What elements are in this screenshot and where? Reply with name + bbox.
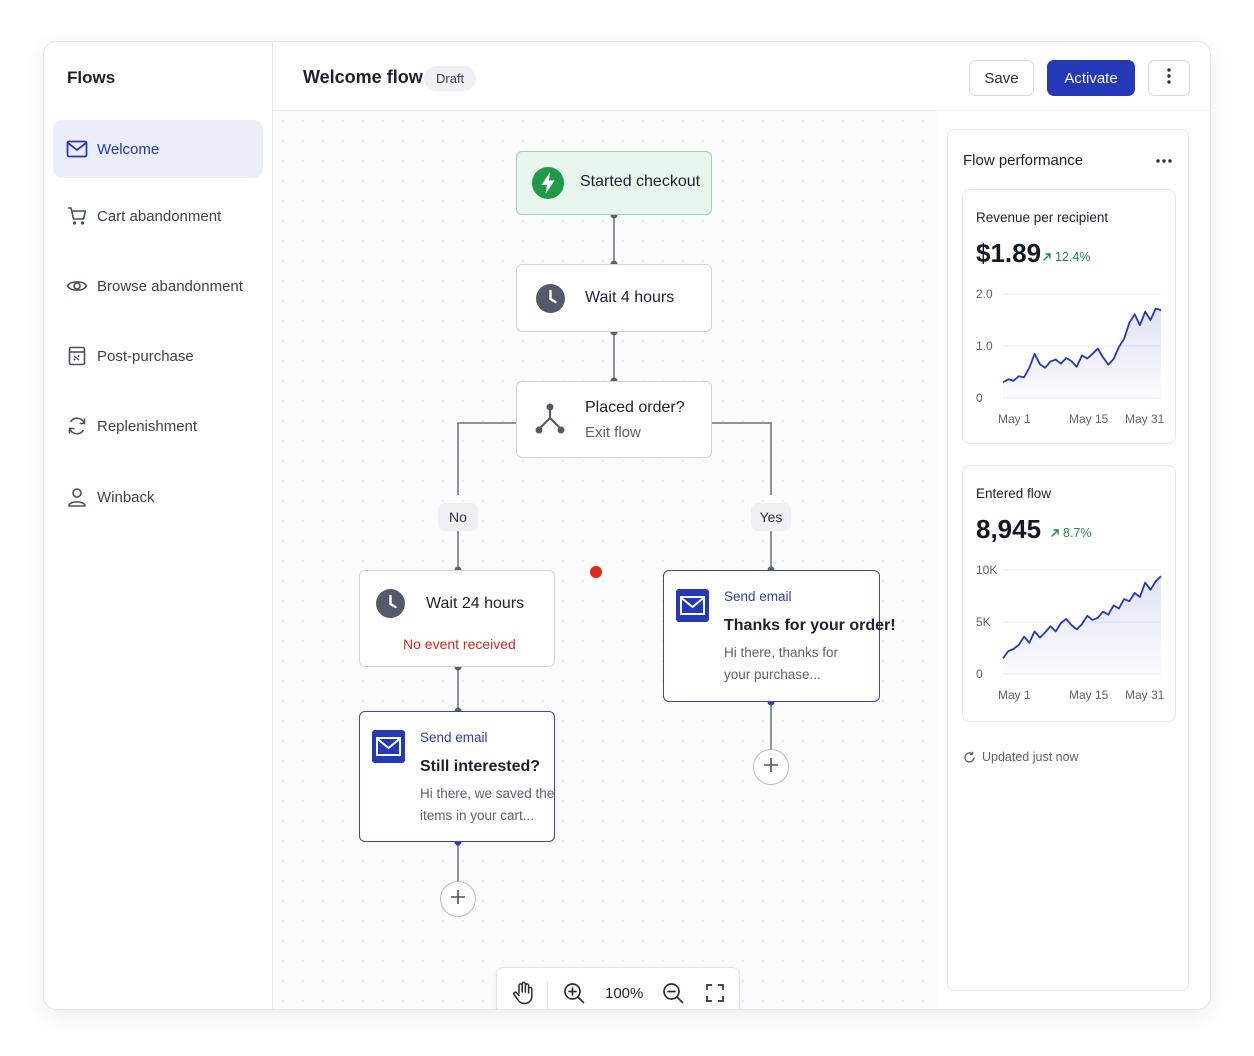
trigger-node[interactable]: Started checkout <box>516 151 712 215</box>
sidebar-item-label: Replenishment <box>97 417 198 435</box>
y-tick-label: 1.0 <box>976 339 993 353</box>
flow-header: Welcome flow Draft Save Activate <box>273 42 1210 111</box>
more-vertical-icon <box>1166 67 1172 89</box>
add-step-button[interactable] <box>440 881 476 917</box>
wait-status-warning: No event received <box>403 636 516 652</box>
app-window: Flows Welcome Cart abandonment Browse ab… <box>43 41 1211 1010</box>
x-tick-label: May 15 <box>1069 688 1109 702</box>
updated-text: Updated just now <box>982 750 1079 764</box>
y-tick-label: 0 <box>976 391 983 405</box>
fullscreen-icon <box>705 983 725 1008</box>
page-title: Welcome flow <box>303 67 423 87</box>
branch-label-yes[interactable]: Yes <box>751 503 791 531</box>
email-preview-line: your purchase... <box>724 667 821 682</box>
wait-label: Wait 24 hours <box>426 595 525 612</box>
panel-more-button[interactable] <box>1152 148 1176 172</box>
flow-connectors <box>454 211 775 881</box>
sidebar-item-replenishment[interactable]: Replenishment <box>53 397 263 455</box>
canvas-toolbar: 100% <box>496 967 740 1009</box>
entered-flow-chart: 10K 5K 0 May 1 May 15 May 31 <box>976 563 1165 702</box>
sidebar-item-post-purchase[interactable]: Post-purchase <box>53 327 263 385</box>
trigger-label: Started checkout <box>580 173 701 190</box>
y-tick-label: 2.0 <box>976 287 993 301</box>
x-tick-label: May 15 <box>1069 412 1109 426</box>
sidebar-item-label: Welcome <box>97 140 160 158</box>
zoom-in-button[interactable] <box>560 981 588 1009</box>
user-icon <box>66 486 88 508</box>
activate-button[interactable]: Activate <box>1047 60 1135 96</box>
updated-status: Updated just now <box>963 750 1079 764</box>
save-button[interactable]: Save <box>969 60 1034 96</box>
plus-icon <box>763 757 779 778</box>
email-subject: Still interested? <box>420 758 541 775</box>
email-subject: Thanks for your order! <box>724 617 896 634</box>
refresh-icon <box>66 415 88 437</box>
flow-canvas[interactable]: Started checkout Wait 4 hours Placed ord… <box>273 111 938 1009</box>
series-area <box>1003 308 1161 398</box>
y-tick-label: 5K <box>976 615 991 629</box>
sidebar-item-winback[interactable]: Winback <box>53 468 263 526</box>
more-horizontal-icon <box>1155 151 1173 169</box>
mail-icon <box>66 138 88 160</box>
split-subtitle: Exit flow <box>585 424 641 441</box>
revenue-chart: 2.0 1.0 0 May 1 May 15 May 31 <box>976 287 1165 426</box>
email-kicker: Send email <box>420 730 488 745</box>
metric-card-revenue: Revenue per recipient $1.89 12.4% 2.0 1.0… <box>962 189 1176 444</box>
plus-icon <box>450 889 466 910</box>
x-tick-label: May 1 <box>998 412 1031 426</box>
sidebar-item-label: Post-purchase <box>97 347 194 365</box>
y-tick-label: 10K <box>976 563 997 577</box>
conditional-split-node[interactable]: Placed order? Exit flow <box>516 381 712 458</box>
wait-label: Wait 4 hours <box>585 289 675 306</box>
eye-icon <box>66 275 88 297</box>
sidebar-item-welcome[interactable]: Welcome <box>53 120 263 178</box>
status-badge: Draft <box>424 66 477 91</box>
sidebar-title: Flows <box>67 68 116 87</box>
branch-label-no[interactable]: No <box>438 503 478 531</box>
split-title: Placed order? <box>585 399 685 416</box>
receipt-icon <box>66 345 88 367</box>
x-tick-label: May 1 <box>998 688 1031 702</box>
more-options-button[interactable] <box>1148 60 1190 96</box>
cart-icon <box>66 205 88 227</box>
wait-node-24-hours[interactable]: Wait 24 hours No event received <box>359 570 555 667</box>
email-node-thanks-for-order[interactable]: Send email Thanks for your order! Hi the… <box>663 570 896 702</box>
panel-title: Flow performance <box>963 152 1084 169</box>
alert-indicator <box>590 566 602 578</box>
refresh-icon <box>963 751 976 764</box>
pan-tool-button[interactable] <box>509 981 537 1009</box>
flow-performance-panel: Flow performance Revenue per recipient $… <box>947 129 1189 991</box>
metric-card-entered-flow: Entered flow 8,945 8.7% 10K 5K 0 May 1 May 1… <box>962 465 1176 722</box>
sidebar-item-browse-abandonment[interactable]: Browse abandonment <box>53 257 263 315</box>
email-preview-line: Hi there, we saved the <box>420 786 555 801</box>
clock-icon <box>376 589 405 623</box>
zoom-out-button[interactable] <box>659 981 687 1009</box>
zoom-out-icon <box>662 982 684 1009</box>
fullscreen-button[interactable] <box>701 981 729 1009</box>
email-kicker: Send email <box>724 589 792 604</box>
sidebar: Flows Welcome Cart abandonment Browse ab… <box>44 42 273 1009</box>
add-step-button[interactable] <box>753 749 789 785</box>
split-icon <box>534 402 566 441</box>
y-tick-label: 0 <box>976 667 983 681</box>
email-icon <box>372 730 405 768</box>
email-icon <box>676 589 709 627</box>
sidebar-item-label: Cart abandonment <box>97 207 222 225</box>
sidebar-item-cart-abandonment[interactable]: Cart abandonment <box>53 187 263 245</box>
sidebar-item-label: Browse abandonment <box>97 277 243 295</box>
clock-icon <box>536 284 565 318</box>
email-preview-line: Hi there, thanks for <box>724 645 839 660</box>
hand-icon <box>512 981 534 1010</box>
email-node-still-interested[interactable]: Send email Still interested? Hi there, w… <box>359 711 555 842</box>
zoom-in-icon <box>563 982 585 1009</box>
x-tick-label: May 31 <box>1125 412 1165 426</box>
toolbar-divider <box>547 981 548 1009</box>
zoom-level: 100% <box>605 985 644 1002</box>
lightning-icon <box>532 167 564 204</box>
email-preview-line: items in your cart... <box>420 808 535 823</box>
sidebar-item-label: Winback <box>97 488 155 506</box>
x-tick-label: May 31 <box>1125 688 1165 702</box>
wait-node-4-hours[interactable]: Wait 4 hours <box>516 264 712 332</box>
